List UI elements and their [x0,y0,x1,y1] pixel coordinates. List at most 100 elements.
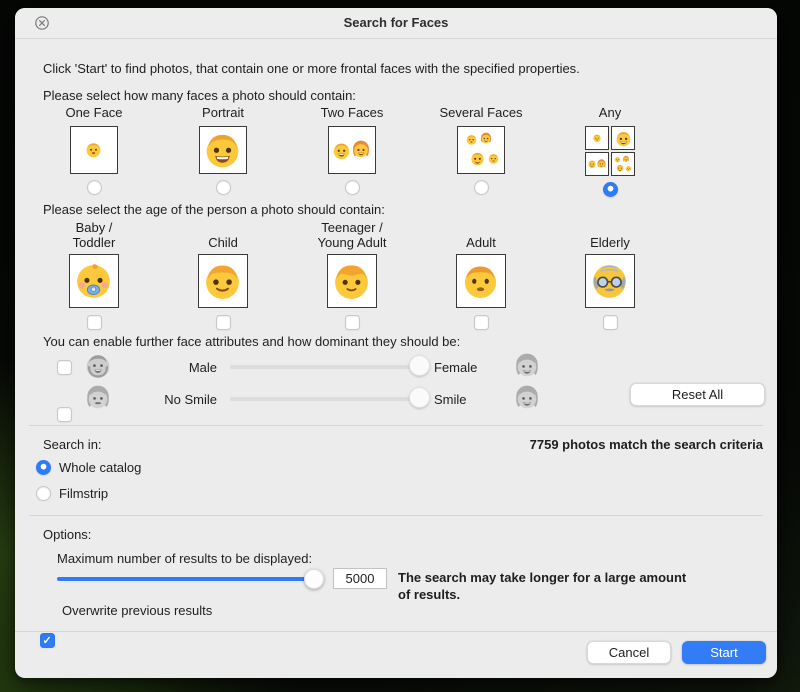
age-checkbox-child[interactable] [216,315,231,330]
portrait-box[interactable] [199,126,247,174]
age-heading: Please select the age of the person a ph… [43,202,385,218]
radio-filmstrip[interactable] [36,486,51,501]
mini-portrait-icon [615,130,632,147]
face-count-radio-portrait[interactable] [216,180,231,195]
gray-smile-face-icon [512,383,542,413]
face-count-option-any: Any [545,105,675,197]
child-box[interactable] [198,254,248,308]
option-label: Portrait [202,105,244,120]
boy-face-icon [331,140,352,161]
max-results-label: Maximum number of results to be displaye… [57,551,312,567]
teenager-box[interactable] [327,254,377,308]
any-faces-grid[interactable] [585,126,635,176]
age-checkbox-elderly[interactable] [603,315,618,330]
radio-filmstrip-label[interactable]: Filmstrip [59,486,108,502]
face-count-option-one-face: One Face [29,105,159,195]
any-cell-one [585,126,609,150]
section-divider [29,515,763,516]
face-count-radio-two-faces[interactable] [345,180,360,195]
mini-girl-icon [596,158,607,169]
small-face-icon [487,152,500,165]
gray-female-face-icon [512,351,542,381]
face-count-option-two-faces: Two Faces [287,105,417,195]
titlebar: Search for Faces [15,8,777,39]
small-open-mouth-face-icon [470,151,485,166]
two-faces-box[interactable] [328,126,376,174]
match-status: 7759 photos match the search criteria [530,437,763,453]
option-label: One Face [65,105,122,120]
any-cell-two [585,152,609,176]
mini-portrait-icon [616,164,624,172]
mini-face-icon [614,156,621,163]
option-label: Adult [466,218,496,250]
several-faces-box[interactable] [457,126,505,174]
attribute-checkbox-smile[interactable] [57,407,72,422]
any-cell-several [611,152,635,176]
option-label: Any [599,105,621,120]
cancel-button[interactable]: Cancel [587,641,671,664]
search-for-faces-dialog: Search for Faces Click 'Start' to find p… [15,8,777,678]
smile-slider-thumb[interactable] [409,387,430,408]
age-checkbox-baby-toddler[interactable] [87,315,102,330]
face-count-heading: Please select how many faces a photo sho… [43,88,356,104]
age-checkbox-teenager[interactable] [345,315,360,330]
age-checkbox-adult[interactable] [474,315,489,330]
warning-text: The search may take longer for a large a… [398,569,698,603]
max-results-input[interactable] [333,568,387,589]
small-girl-icon [479,131,493,145]
intro-text: Click 'Start' to find photos, that conta… [43,61,580,77]
footer-divider [15,631,777,632]
face-count-radio-one-face[interactable] [87,180,102,195]
mini-face-icon [625,165,632,172]
option-label: Teenager / Young Adult [318,218,387,250]
options-label: Options: [43,527,91,543]
age-option-adult: Adult [416,218,546,330]
child-face-icon [202,260,243,301]
portrait-face-icon [203,130,242,169]
search-in-label: Search in: [43,437,102,453]
start-button[interactable]: Start [682,641,766,664]
option-label: Several Faces [439,105,522,120]
one-face-box[interactable] [70,126,118,174]
gray-male-face-icon [83,351,113,381]
option-label: Baby / Toddler [73,218,116,250]
close-icon[interactable] [35,16,49,30]
adult-box[interactable] [456,254,506,308]
face-count-radio-several-faces[interactable] [474,180,489,195]
baby-face-icon [73,260,114,301]
age-option-baby-toddler: Baby / Toddler [29,218,159,330]
radio-whole-catalog-label[interactable]: Whole catalog [59,460,141,476]
section-divider [29,425,763,426]
any-cell-portrait [611,126,635,150]
slider-right-label: Smile [434,392,467,408]
age-option-elderly: Elderly [545,218,675,330]
attribute-checkbox-gender[interactable] [57,360,72,375]
option-label: Elderly [590,218,630,250]
overwrite-checkbox-label[interactable]: Overwrite previous results [62,603,212,619]
overwrite-checkbox[interactable] [40,633,55,648]
age-option-teenager: Teenager / Young Adult [287,218,417,330]
max-results-slider-track[interactable] [57,577,323,581]
option-label: Two Faces [321,105,384,120]
slider-left-label: No Smile [115,392,217,408]
elderly-face-icon [589,260,630,301]
gender-slider-thumb[interactable] [409,355,430,376]
baby-box[interactable] [69,254,119,308]
gender-slider-track[interactable] [230,365,420,369]
option-label: Child [208,218,238,250]
elderly-box[interactable] [585,254,635,308]
face-count-option-several-faces: Several Faces [416,105,546,195]
mini-girl-icon [622,155,630,163]
girl-face-icon [350,138,372,160]
smile-slider-track[interactable] [230,397,420,401]
face-count-option-portrait: Portrait [158,105,288,195]
radio-whole-catalog[interactable] [36,460,51,475]
age-option-child: Child [158,218,288,330]
adult-face-icon [461,261,500,300]
face-count-radio-any[interactable] [603,182,618,197]
max-results-slider-thumb[interactable] [304,569,324,589]
teenager-face-icon [331,260,372,301]
slider-right-label: Female [434,360,477,376]
mini-face-icon [592,133,602,143]
reset-all-button[interactable]: Reset All [630,383,765,406]
